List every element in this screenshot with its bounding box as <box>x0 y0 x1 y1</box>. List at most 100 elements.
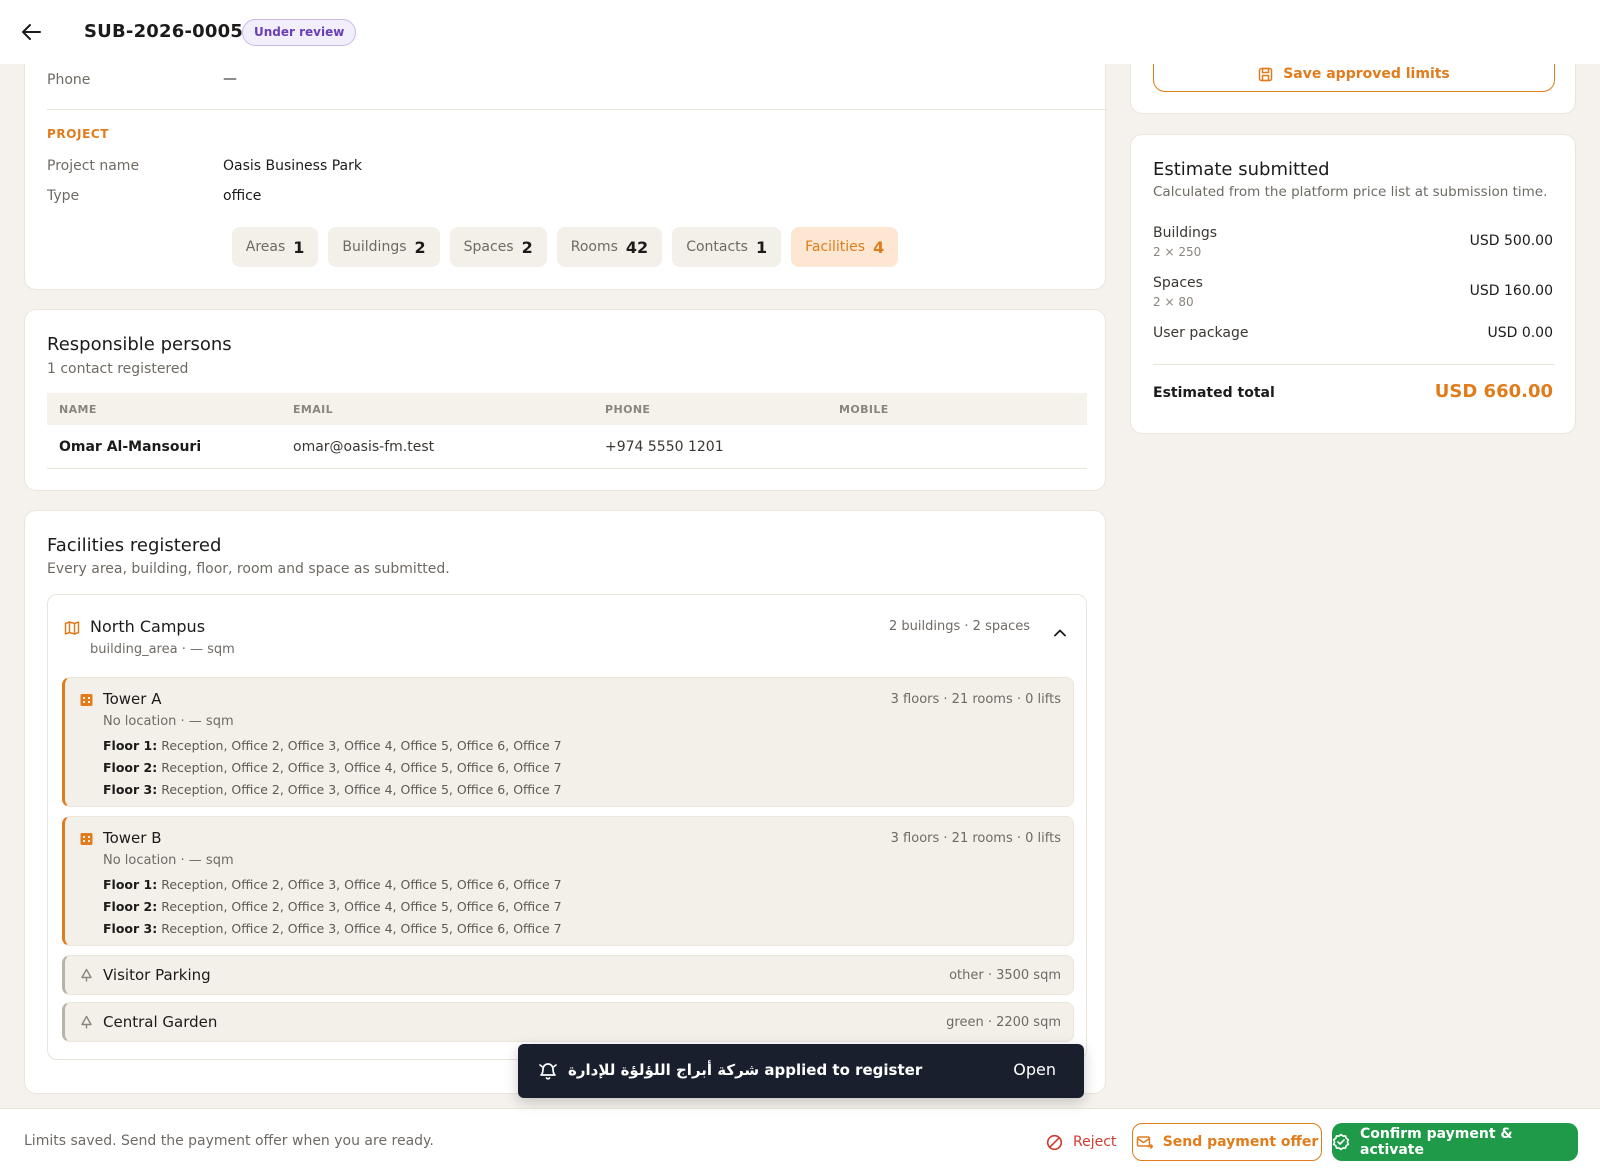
chip-label: Spaces <box>463 239 514 255</box>
chip-buildings[interactable]: Buildings 2 <box>328 227 440 267</box>
toast-open-link[interactable]: Open <box>1013 1060 1056 1079</box>
facilities-title: Facilities registered <box>47 535 222 556</box>
estimate-row-value: USD 0.00 <box>1487 325 1553 341</box>
estimate-title: Estimate submitted <box>1153 159 1330 180</box>
status-badge: Under review <box>242 19 357 46</box>
estimate-subtitle: Calculated from the platform price list … <box>1153 184 1548 200</box>
estimate-row-detail: 2 × 250 <box>1153 245 1202 259</box>
building-name: Tower A <box>103 690 162 708</box>
chip-spaces[interactable]: Spaces 2 <box>449 227 547 267</box>
floor-rooms: Reception, Office 2, Office 3, Office 4,… <box>161 899 562 914</box>
area-meta: 2 buildings · 2 spaces <box>889 619 1030 634</box>
building-sub: No location · — sqm <box>103 853 234 868</box>
chip-contacts[interactable]: Contacts 1 <box>672 227 782 267</box>
space-name: Visitor Parking <box>103 966 211 984</box>
project-name-label: Project name <box>47 158 140 174</box>
save-button-label: Save approved limits <box>1283 66 1450 82</box>
space-card: Visitor Parking other · 3500 sqm <box>62 955 1074 995</box>
floor-label: Floor 1: <box>103 738 158 753</box>
column-header-name: NAME <box>59 403 97 416</box>
save-icon <box>1258 67 1273 82</box>
chip-label: Areas <box>245 239 286 255</box>
chip-count: 42 <box>625 237 649 257</box>
project-card: Phone — PROJECT Project name Oasis Busin… <box>24 40 1107 290</box>
divider <box>47 109 1107 110</box>
floor-rooms: Reception, Office 2, Office 3, Office 4,… <box>161 921 562 936</box>
estimate-card: Estimate submitted Calculated from the p… <box>1130 134 1576 434</box>
estimated-total-label: Estimated total <box>1153 385 1275 401</box>
send-mail-icon <box>1136 1134 1153 1151</box>
send-offer-label: Send payment offer <box>1162 1134 1319 1150</box>
action-status-text: Limits saved. Send the payment offer whe… <box>24 1133 434 1149</box>
person-phone: +974 5550 1201 <box>605 439 724 455</box>
phone-value: — <box>223 71 237 87</box>
project-section-label: PROJECT <box>47 127 110 141</box>
top-header: SUB-2026-0005 Under review <box>0 0 1600 64</box>
estimate-row-label: User package <box>1153 325 1249 341</box>
confirm-label: Confirm payment & activate <box>1360 1126 1513 1158</box>
estimate-row-detail: 2 × 80 <box>1153 295 1194 309</box>
reject-button[interactable]: Reject <box>1036 1123 1126 1161</box>
estimate-row-value: USD 500.00 <box>1469 233 1553 249</box>
floor-label: Floor 1: <box>103 877 158 892</box>
column-header-mobile: MOBILE <box>839 403 889 416</box>
building-meta: 3 floors · 21 rooms · 0 lifts <box>890 831 1061 846</box>
confirm-payment-activate-button[interactable]: Confirm payment & activate <box>1332 1123 1578 1161</box>
chip-count: 4 <box>873 237 885 257</box>
estimate-row-value: USD 160.00 <box>1469 283 1553 299</box>
chevron-up-icon[interactable] <box>1052 625 1068 641</box>
chip-label: Buildings <box>342 239 407 255</box>
chip-label: Contacts <box>686 239 748 255</box>
building-sub: No location · — sqm <box>103 714 234 729</box>
estimate-row-label: Spaces <box>1153 275 1203 291</box>
space-meta: green · 2200 sqm <box>946 1015 1061 1030</box>
page-title: SUB-2026-0005 <box>84 21 244 42</box>
ban-icon <box>1046 1134 1063 1151</box>
building-name: Tower B <box>103 829 162 847</box>
responsible-persons-card: Responsible persons 1 contact registered… <box>24 309 1106 491</box>
project-name-value: Oasis Business Park <box>223 158 362 174</box>
send-payment-offer-button[interactable]: Send payment offer <box>1132 1123 1322 1161</box>
area-group: North Campus building_area · — sqm 2 bui… <box>47 594 1087 1060</box>
chip-areas[interactable]: Areas 1 <box>231 227 319 267</box>
chip-rooms[interactable]: Rooms 42 <box>556 227 663 267</box>
person-name: Omar Al-Mansouri <box>59 439 202 455</box>
space-name: Central Garden <box>103 1013 218 1031</box>
column-header-email: EMAIL <box>293 403 334 416</box>
building-icon <box>79 831 94 846</box>
persons-table-header: NAME EMAIL PHONE MOBILE <box>47 393 1087 425</box>
summary-chips: Areas 1 Buildings 2 Spaces 2 Rooms 42 Contac… <box>25 227 1105 267</box>
space-card: Central Garden green · 2200 sqm <box>62 1002 1074 1042</box>
floor-label: Floor 2: <box>103 899 158 914</box>
floor-line: Floor 3: Reception, Office 2, Office 3, … <box>103 782 562 797</box>
chip-count: 1 <box>293 237 305 257</box>
phone-label: Phone <box>47 72 91 88</box>
floor-rooms: Reception, Office 2, Office 3, Office 4,… <box>161 782 562 797</box>
floor-rooms: Reception, Office 2, Office 3, Office 4,… <box>161 760 562 775</box>
building-icon <box>79 692 94 707</box>
column-header-phone: PHONE <box>605 403 651 416</box>
area-name: North Campus <box>90 617 206 636</box>
back-arrow-icon[interactable] <box>20 20 44 44</box>
floor-line: Floor 1: Reception, Office 2, Office 3, … <box>103 738 562 753</box>
toast-message: شركة أبراج اللؤلؤة للإدارة applied to re… <box>568 1061 923 1079</box>
project-type-label: Type <box>47 188 80 204</box>
divider <box>1153 364 1555 365</box>
floor-rooms: Reception, Office 2, Office 3, Office 4,… <box>161 877 562 892</box>
floor-line: Floor 3: Reception, Office 2, Office 3, … <box>103 921 562 936</box>
floor-line: Floor 1: Reception, Office 2, Office 3, … <box>103 877 562 892</box>
chip-count: 1 <box>755 237 768 257</box>
building-card: Tower A 3 floors · 21 rooms · 0 lifts No… <box>62 677 1074 807</box>
persons-title: Responsible persons <box>47 334 232 355</box>
map-icon <box>64 620 80 636</box>
chip-facilities[interactable]: Facilities 4 <box>791 227 899 267</box>
building-card: Tower B 3 floors · 21 rooms · 0 lifts No… <box>62 816 1074 946</box>
action-bar: Limits saved. Send the payment offer whe… <box>0 1108 1600 1176</box>
floor-line: Floor 2: Reception, Office 2, Office 3, … <box>103 899 562 914</box>
reject-label: Reject <box>1073 1134 1117 1150</box>
chip-count: 2 <box>521 237 533 257</box>
persons-subtitle: 1 contact registered <box>47 361 189 377</box>
floor-label: Floor 3: <box>103 921 158 936</box>
estimated-total-value: USD 660.00 <box>1434 381 1553 402</box>
space-meta: other · 3500 sqm <box>949 968 1061 983</box>
